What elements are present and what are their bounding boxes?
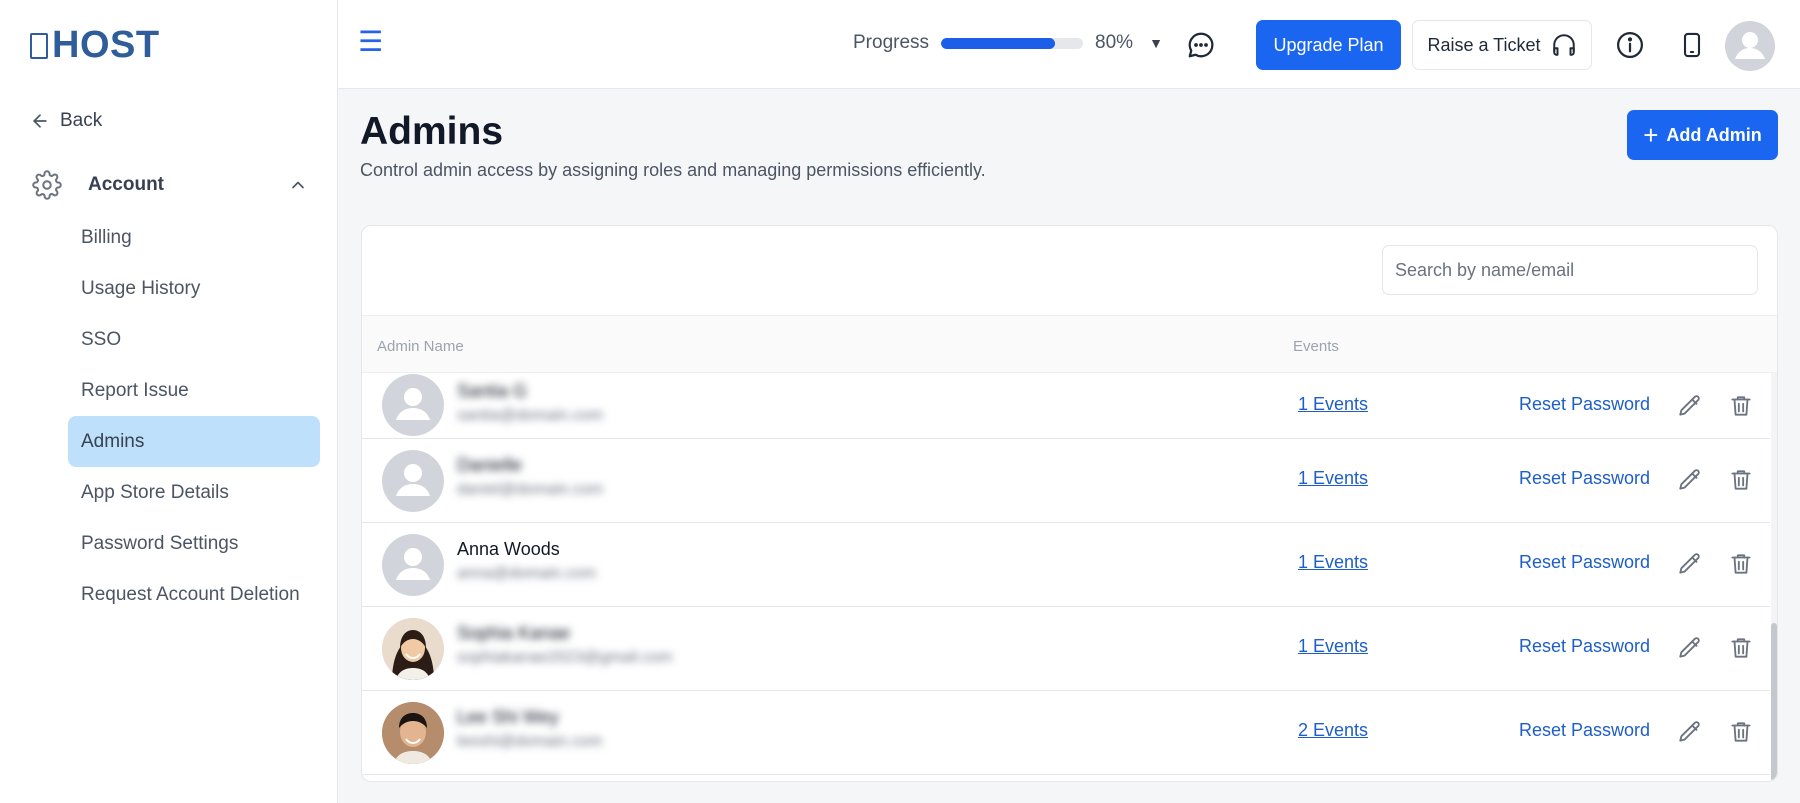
account-section-label: Account xyxy=(88,174,164,195)
edit-icon[interactable] xyxy=(1677,393,1703,424)
page-subtitle: Control admin access by assigning roles … xyxy=(360,160,986,180)
user-avatar[interactable] xyxy=(1725,21,1775,71)
admins-table-card: Admin Name Events Santia G santia@domain… xyxy=(361,225,1778,782)
chat-icon[interactable] xyxy=(1186,30,1216,60)
sidebar-item-admins[interactable]: Admins xyxy=(68,416,320,467)
logo-text: HOST xyxy=(52,24,160,66)
page-title: Admins xyxy=(360,110,504,153)
mobile-phone-icon[interactable] xyxy=(1678,30,1706,60)
reset-password-link[interactable]: Reset Password xyxy=(1519,394,1650,415)
edit-icon[interactable] xyxy=(1677,719,1703,750)
sidebar-item-label: SSO xyxy=(81,328,122,350)
progress-label: Progress xyxy=(853,32,930,53)
avatar xyxy=(382,702,444,764)
admin-name: Lee Shi Wey xyxy=(457,707,559,727)
delete-icon[interactable] xyxy=(1728,551,1754,582)
sidebar-item-label: Request Account Deletion xyxy=(81,583,300,605)
avatar xyxy=(382,618,444,680)
events-link[interactable]: 1 Events xyxy=(1298,468,1368,489)
sidebar-item-label: Billing xyxy=(81,226,132,248)
column-header-admin-name: Admin Name xyxy=(377,338,464,355)
progress-dropdown-icon[interactable]: ▼ xyxy=(1149,35,1163,51)
table-scrollbar[interactable] xyxy=(1771,373,1777,781)
sidebar: HOST Back Account Billing Usage History … xyxy=(0,0,338,803)
sidebar-item-report-issue[interactable]: Report Issue xyxy=(68,365,320,416)
progress-indicator: Progress 80% ▼ xyxy=(853,32,1163,54)
events-link[interactable]: 1 Events xyxy=(1298,394,1368,415)
search-input[interactable] xyxy=(1382,245,1758,295)
edit-icon[interactable] xyxy=(1677,551,1703,582)
sidebar-item-app-store-details[interactable]: App Store Details xyxy=(68,467,320,518)
sidebar-item-request-account-deletion[interactable]: Request Account Deletion xyxy=(68,569,320,620)
table-row: Sophia Kanae sophiakanae2023@gmail.com 1… xyxy=(362,607,1770,691)
table-row: Danielle daniel@domain.com 1 Events Rese… xyxy=(362,439,1770,523)
headset-icon xyxy=(1552,34,1575,56)
sidebar-item-label: Usage History xyxy=(81,277,201,299)
account-section-toggle[interactable]: Account xyxy=(32,170,308,200)
delete-icon[interactable] xyxy=(1728,635,1754,666)
table-header: Admin Name Events xyxy=(362,315,1777,373)
edit-icon[interactable] xyxy=(1677,467,1703,498)
add-admin-button[interactable]: + Add Admin xyxy=(1627,110,1778,160)
back-link[interactable]: Back xyxy=(30,110,102,132)
avatar xyxy=(382,450,444,512)
progress-bar-fill xyxy=(941,37,1055,49)
sidebar-item-label: Password Settings xyxy=(81,532,239,554)
progress-percent: 80% xyxy=(1095,32,1134,53)
menu-toggle-icon[interactable]: ☰ xyxy=(358,28,383,56)
events-link[interactable]: 2 Events xyxy=(1298,720,1368,741)
sidebar-item-label: Admins xyxy=(81,430,145,452)
admin-name: Santia G xyxy=(457,381,528,401)
admin-name: Sophia Kanae xyxy=(457,623,571,643)
upgrade-plan-button[interactable]: Upgrade Plan xyxy=(1256,20,1401,70)
events-link[interactable]: 1 Events xyxy=(1298,636,1368,657)
admin-email: daniel@domain.com xyxy=(457,481,604,498)
gear-icon xyxy=(32,170,62,200)
raise-ticket-label: Raise a Ticket xyxy=(1427,34,1541,55)
sidebar-item-password-settings[interactable]: Password Settings xyxy=(68,518,320,569)
sidebar-item-label: App Store Details xyxy=(81,481,229,503)
delete-icon[interactable] xyxy=(1728,719,1754,750)
info-icon[interactable] xyxy=(1615,30,1645,60)
admin-email: santia@domain.com xyxy=(457,407,604,424)
admin-email: leeshi@domain.com xyxy=(457,733,603,750)
avatar xyxy=(382,374,444,436)
chevron-up-icon xyxy=(292,181,304,189)
table-row: Anna Woods anna@domain.com 1 Events Rese… xyxy=(362,523,1770,607)
admin-name: Anna Woods xyxy=(457,539,560,559)
delete-icon[interactable] xyxy=(1728,467,1754,498)
events-link[interactable]: 1 Events xyxy=(1298,552,1368,573)
edit-icon[interactable] xyxy=(1677,635,1703,666)
reset-password-link[interactable]: Reset Password xyxy=(1519,552,1650,573)
table-scrollbar-thumb[interactable] xyxy=(1771,623,1777,781)
reset-password-link[interactable]: Reset Password xyxy=(1519,636,1650,657)
arrow-left-icon xyxy=(33,114,47,128)
logo[interactable]: HOST xyxy=(30,24,160,67)
sidebar-item-billing[interactable]: Billing xyxy=(68,212,320,263)
table-row: Lee Shi Wey leeshi@domain.com 2 Events R… xyxy=(362,691,1770,775)
back-label: Back xyxy=(60,110,103,131)
sidebar-item-usage-history[interactable]: Usage History xyxy=(68,263,320,314)
logo-mark xyxy=(30,32,48,59)
add-admin-label: Add Admin xyxy=(1666,124,1762,145)
raise-ticket-button[interactable]: Raise a Ticket xyxy=(1412,20,1592,70)
delete-icon[interactable] xyxy=(1728,393,1754,424)
top-header: ☰ Progress 80% ▼ Upgrade Plan Raise a Ti… xyxy=(338,0,1800,89)
progress-bar xyxy=(941,37,1084,49)
admin-email: sophiakanae2023@gmail.com xyxy=(457,649,673,666)
reset-password-link[interactable]: Reset Password xyxy=(1519,468,1650,489)
column-header-events: Events xyxy=(1293,338,1339,355)
avatar xyxy=(382,534,444,596)
admin-name: Danielle xyxy=(457,455,523,475)
admin-email: anna@domain.com xyxy=(457,565,596,582)
plus-icon: + xyxy=(1643,120,1659,150)
sidebar-item-label: Report Issue xyxy=(81,379,189,401)
sidebar-item-sso[interactable]: SSO xyxy=(68,314,320,365)
table-row: Santia G santia@domain.com 1 Events Rese… xyxy=(362,373,1770,439)
reset-password-link[interactable]: Reset Password xyxy=(1519,720,1650,741)
